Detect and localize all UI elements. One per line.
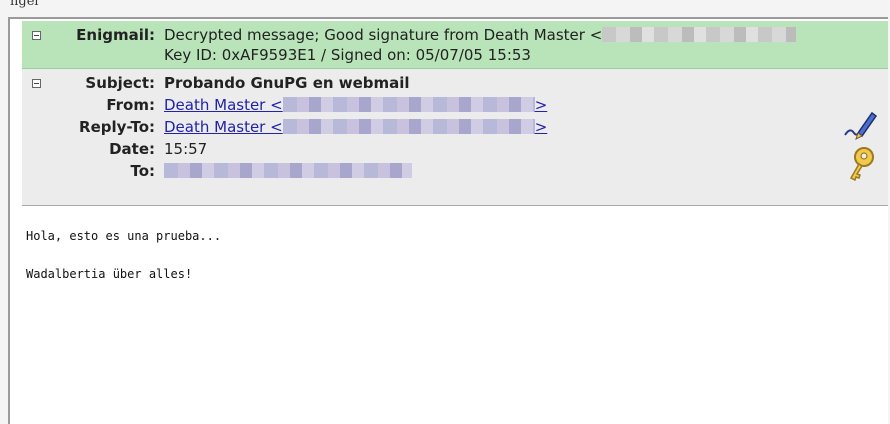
- message-body-line: Wadalbertia über alles!: [26, 267, 193, 281]
- from-link[interactable]: Death Master < >: [164, 96, 547, 114]
- replyto-link[interactable]: Death Master < >: [164, 118, 547, 136]
- collapse-icon[interactable]: [32, 31, 41, 40]
- message-pane: Enigmail: Decrypted message; Good signat…: [8, 17, 888, 424]
- to-label: To:: [130, 162, 155, 180]
- enigmail-status-bar: Enigmail: Decrypted message; Good signat…: [22, 21, 888, 69]
- from-label: From:: [106, 96, 155, 114]
- date-label: Date:: [109, 140, 155, 158]
- replyto-label: Reply-To:: [79, 118, 155, 136]
- redacted-email: [602, 27, 797, 42]
- enigmail-status-text: Decrypted message; Good signature from D…: [164, 26, 603, 44]
- enigmail-key-info: Key ID: 0xAF9593E1 / Signed on: 05/07/05…: [164, 46, 531, 64]
- collapse-icon[interactable]: [32, 79, 41, 88]
- subject-label: Subject:: [85, 74, 155, 92]
- subject-value: Probando GnuPG en webmail: [164, 74, 410, 92]
- message-body-line: Hola, esto es una prueba...: [26, 229, 222, 243]
- date-value: 15:57: [164, 140, 208, 158]
- decrypted-key-icon[interactable]: [842, 145, 878, 185]
- signed-pen-icon[interactable]: [842, 107, 878, 143]
- to-recipient[interactable]: [164, 163, 412, 178]
- enigmail-label: Enigmail:: [76, 26, 155, 44]
- message-header: Enigmail: Decrypted message; Good signat…: [22, 21, 888, 206]
- caption-fragment: ngel: [10, 0, 39, 9]
